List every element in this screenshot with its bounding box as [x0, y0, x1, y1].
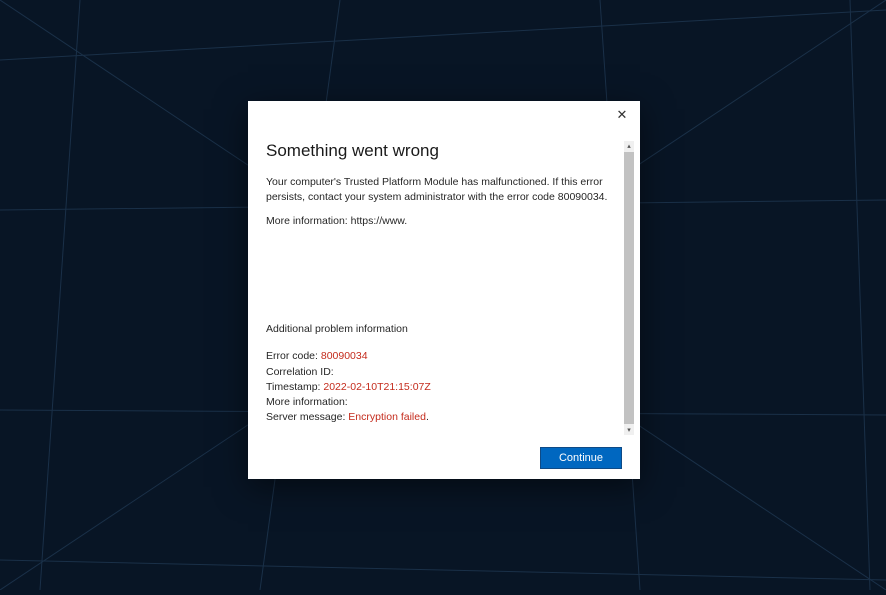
correlation-label: Correlation ID: [266, 366, 334, 378]
detail-more-info-label: More information: [266, 396, 348, 408]
dialog-heading: Something went wrong [266, 141, 618, 161]
close-button[interactable]: ✕ [612, 104, 632, 124]
scroll-content: Something went wrong Your computer's Tru… [266, 135, 618, 441]
more-info-label: More information: [266, 215, 351, 227]
dialog-titlebar: ✕ [248, 101, 640, 127]
dialog-content: Something went wrong Your computer's Tru… [248, 127, 640, 479]
scroll-up-arrow-icon[interactable]: ▴ [624, 141, 634, 151]
more-information-line: More information: https://www. [266, 215, 618, 227]
timestamp-value: 2022-02-10T21:15:07Z [323, 381, 430, 393]
server-msg-label: Server message: [266, 411, 348, 423]
server-msg-suffix: . [426, 411, 429, 423]
error-code-value: 80090034 [321, 350, 368, 362]
correlation-id-line: Correlation ID: [266, 365, 618, 380]
close-icon: ✕ [617, 108, 628, 121]
dialog-description: Your computer's Trusted Platform Module … [266, 175, 618, 205]
additional-info-header: Additional problem information [266, 323, 618, 335]
dialog-button-row: Continue [540, 447, 622, 469]
server-message-line: Server message: Encryption failed. [266, 410, 618, 425]
error-code-line: Error code: 80090034 [266, 349, 618, 364]
vertical-scrollbar[interactable]: ▴ ▾ [624, 141, 634, 435]
content-spacer [266, 237, 618, 323]
timestamp-line: Timestamp: 2022-02-10T21:15:07Z [266, 380, 618, 395]
more-info-link[interactable]: https://www. [351, 215, 408, 227]
timestamp-label: Timestamp: [266, 381, 323, 393]
continue-button[interactable]: Continue [540, 447, 622, 469]
error-code-label: Error code: [266, 350, 321, 362]
detail-more-info-line: More information: [266, 395, 618, 410]
scroll-thumb[interactable] [624, 152, 634, 424]
server-msg-value: Encryption failed [348, 411, 426, 423]
error-dialog: ✕ Something went wrong Your computer's T… [248, 101, 640, 479]
scroll-down-arrow-icon[interactable]: ▾ [624, 425, 634, 435]
